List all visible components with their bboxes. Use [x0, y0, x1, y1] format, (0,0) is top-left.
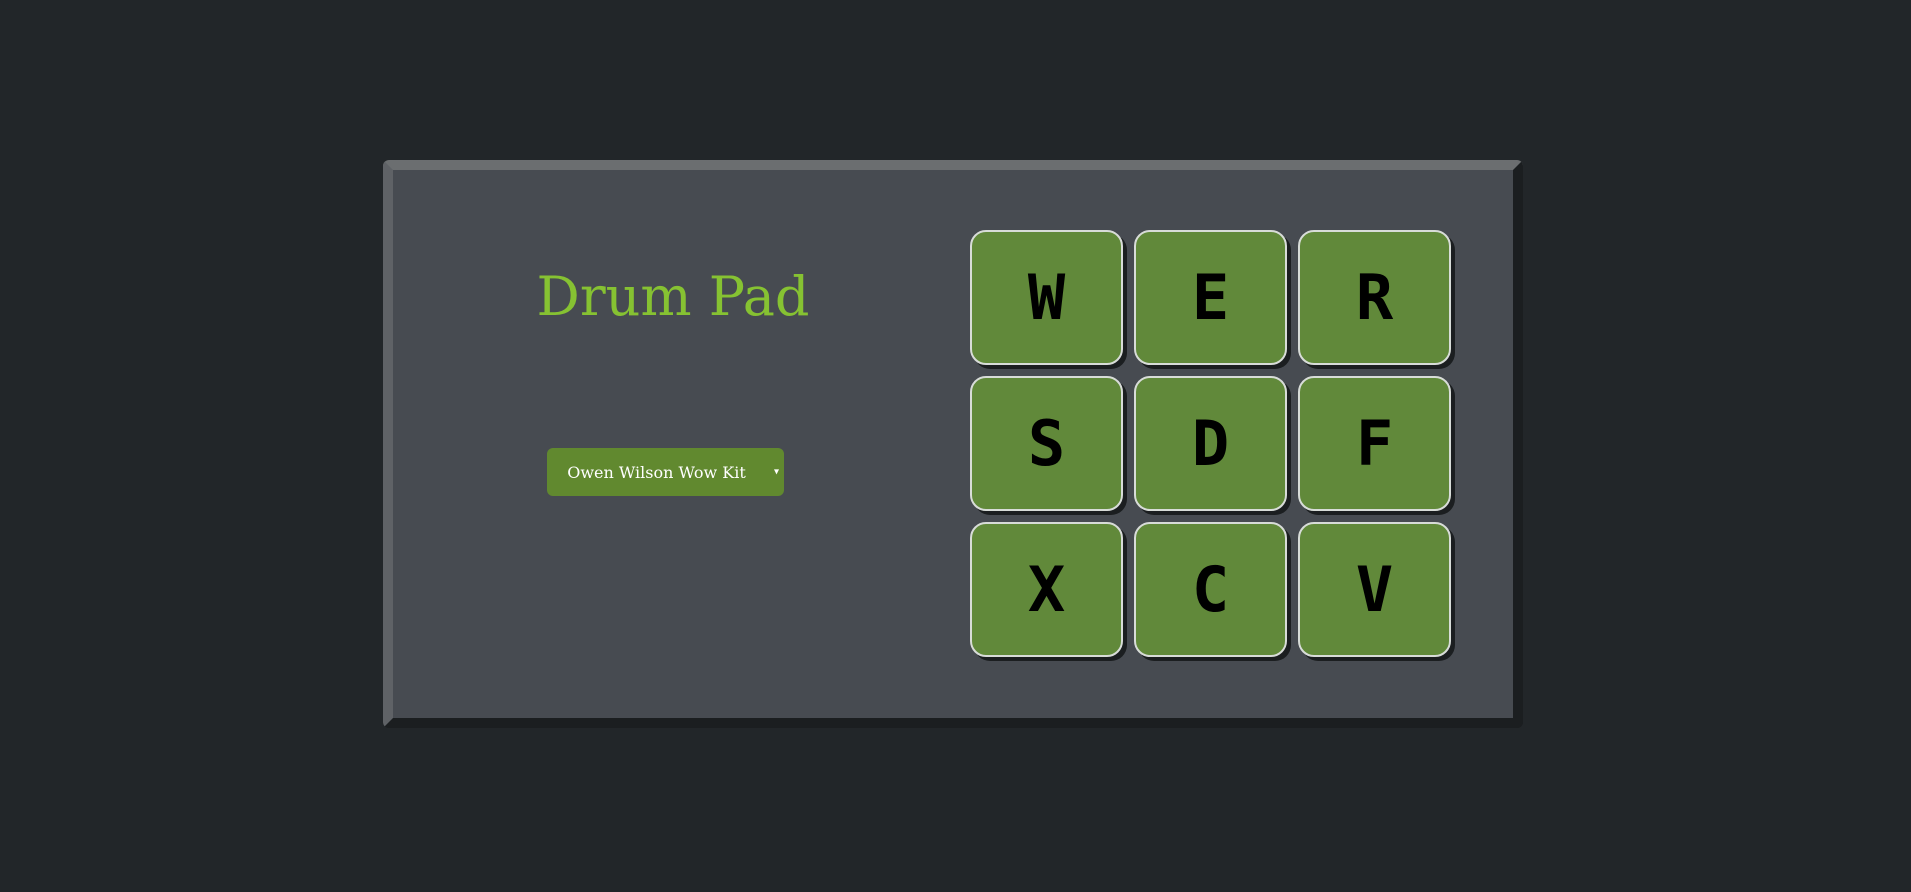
drum-pad-w[interactable]: W — [970, 230, 1123, 365]
control-panel: Drum Pad Owen Wilson Wow Kit ▾ — [393, 170, 953, 718]
kit-select[interactable]: Owen Wilson Wow Kit ▾ — [547, 448, 784, 496]
drum-pad-e[interactable]: E — [1134, 230, 1287, 365]
kit-select-value: Owen Wilson Wow Kit — [567, 462, 746, 482]
drum-machine: Drum Pad Owen Wilson Wow Kit ▾ W E R S D… — [383, 160, 1523, 728]
drum-pad-s[interactable]: S — [970, 376, 1123, 511]
drum-pad-x[interactable]: X — [970, 522, 1123, 657]
drum-pad-d[interactable]: D — [1134, 376, 1287, 511]
dropdown-arrow-icon: ▾ — [773, 466, 779, 478]
drum-pad-c[interactable]: C — [1134, 522, 1287, 657]
drum-pad-v[interactable]: V — [1298, 522, 1451, 657]
pad-grid: W E R S D F X C V — [970, 230, 1451, 657]
page-title: Drum Pad — [536, 265, 810, 328]
drum-pad-f[interactable]: F — [1298, 376, 1451, 511]
drum-pad-r[interactable]: R — [1298, 230, 1451, 365]
